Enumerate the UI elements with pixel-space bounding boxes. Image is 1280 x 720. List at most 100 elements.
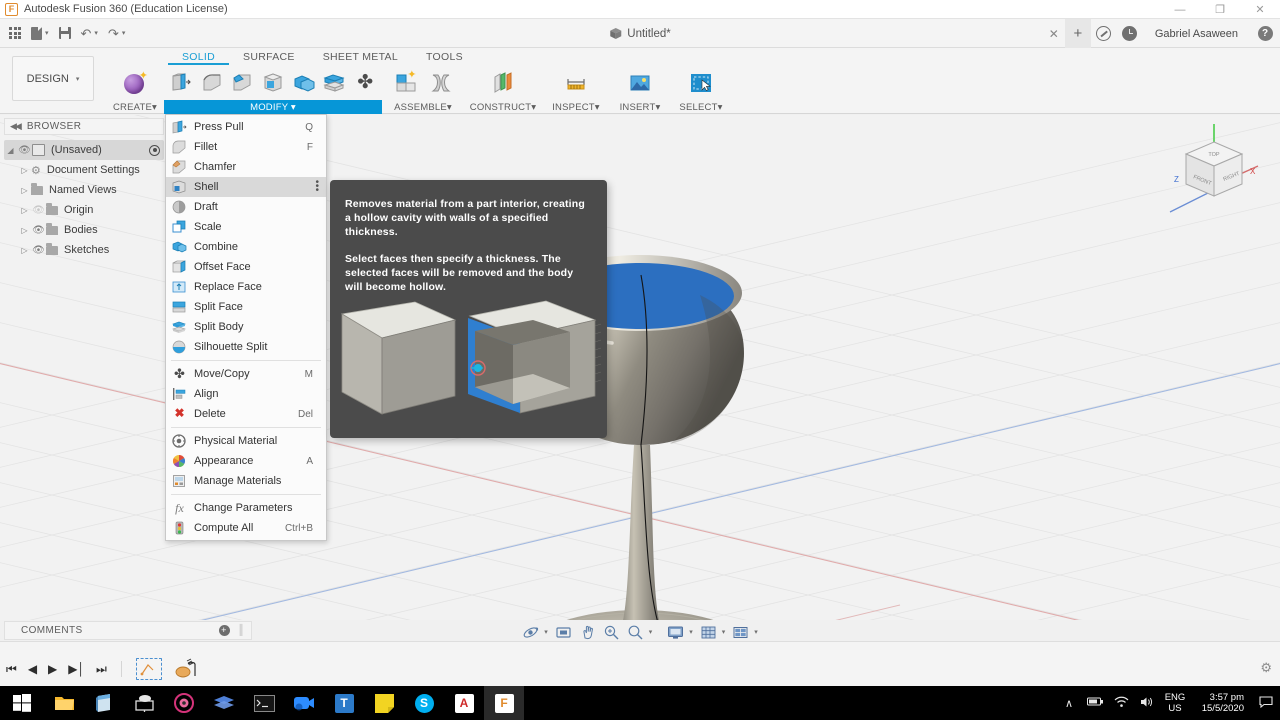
menu-item-draft[interactable]: Draft xyxy=(166,197,326,217)
grid-snaps-button[interactable]: ▾ xyxy=(698,622,728,642)
minimize-button[interactable]: — xyxy=(1160,0,1200,19)
visibility-eye-icon[interactable]: 👁 xyxy=(17,145,32,156)
tray-chevron-icon[interactable]: ∧ xyxy=(1056,697,1082,710)
undo-button[interactable]: ↶ ▾ xyxy=(76,19,103,48)
workspace-selector[interactable]: DESIGN ▾ xyxy=(12,56,94,101)
insert-image-button[interactable] xyxy=(623,66,657,100)
menu-item-physical-material[interactable]: Physical Material xyxy=(166,431,326,451)
expand-triangle-icon[interactable]: ▷ xyxy=(18,246,31,255)
menu-item-compute-all[interactable]: Compute All Ctrl+B xyxy=(166,518,326,538)
collapse-left-icon[interactable]: ◀◀ xyxy=(10,121,22,132)
menu-item-combine[interactable]: Combine xyxy=(166,237,326,257)
expand-triangle-icon[interactable]: ▷ xyxy=(18,226,31,235)
display-settings-button[interactable]: ▾ xyxy=(665,622,695,642)
file-menu-button[interactable]: ▾ xyxy=(26,19,54,48)
menu-item-delete[interactable]: ✖ Delete Del xyxy=(166,404,326,424)
menu-item-shell[interactable]: Shell • • • xyxy=(166,177,326,197)
notifications-icon[interactable] xyxy=(1252,695,1280,711)
expand-triangle-icon[interactable]: ▷ xyxy=(18,166,31,175)
battery-icon[interactable] xyxy=(1082,697,1108,710)
redo-button[interactable]: ↷ ▾ xyxy=(103,19,130,48)
tab-sheet-metal[interactable]: SHEET METAL xyxy=(309,48,412,65)
menu-item-replace-face[interactable]: Replace Face xyxy=(166,277,326,297)
menu-overflow-icon[interactable]: • • • xyxy=(315,178,319,196)
timeline-feature-revolve[interactable] xyxy=(173,658,199,680)
taskbar-media-player[interactable] xyxy=(164,686,204,720)
taskbar-autocad[interactable]: A xyxy=(444,686,484,720)
menu-item-press-pull[interactable]: Press Pull Q xyxy=(166,117,326,137)
expand-triangle-icon[interactable]: ◢ xyxy=(4,146,17,155)
panel-label-select[interactable]: SELECT▾ xyxy=(670,100,732,114)
menu-item-align[interactable]: Align xyxy=(166,384,326,404)
pan-button[interactable] xyxy=(577,622,598,642)
new-component-button[interactable]: ✦ xyxy=(389,66,423,100)
zoom-window-button[interactable]: ▾ xyxy=(625,622,655,642)
document-tab[interactable]: Untitled* xyxy=(599,19,680,48)
move-copy-button[interactable]: ✤ xyxy=(350,66,380,100)
taskbar-store[interactable] xyxy=(84,686,124,720)
account-menu-button[interactable]: Gabriel Asaween xyxy=(1143,19,1250,48)
fit-button[interactable] xyxy=(553,622,574,642)
history-button[interactable] xyxy=(1117,19,1143,48)
tree-item-unsaved[interactable]: ◢ 👁 (Unsaved) xyxy=(4,140,164,160)
timeline-play-button[interactable]: ▶ xyxy=(48,662,57,676)
menu-item-move-copy[interactable]: ✤ Move/Copy M xyxy=(166,364,326,384)
taskbar-remote-desktop[interactable] xyxy=(124,686,164,720)
view-cube[interactable]: TOP FRONT RIGHT Z X xyxy=(1166,120,1262,216)
menu-item-scale[interactable]: Scale xyxy=(166,217,326,237)
combine-button[interactable] xyxy=(289,66,319,100)
shell-button[interactable] xyxy=(258,66,288,100)
new-document-button[interactable]: + xyxy=(1064,19,1091,48)
menu-item-silhouette-split[interactable]: Silhouette Split xyxy=(166,337,326,357)
taskbar-layers-app[interactable] xyxy=(204,686,244,720)
comments-resize-handle[interactable]: ║ xyxy=(238,625,246,636)
menu-item-fillet[interactable]: Fillet F xyxy=(166,137,326,157)
timeline-go-start-button[interactable]: ⏮ xyxy=(6,662,17,677)
app-grid-button[interactable] xyxy=(4,19,26,48)
activate-radio-icon[interactable] xyxy=(149,144,160,156)
tree-item-document-settings[interactable]: ▷ ⚙ Document Settings xyxy=(4,160,164,180)
job-status-button[interactable] xyxy=(1091,19,1117,48)
taskbar-sticky-notes[interactable] xyxy=(364,686,404,720)
taskbar-file-explorer[interactable] xyxy=(44,686,84,720)
tree-item-origin[interactable]: ▷ 👁 Origin xyxy=(4,200,164,220)
menu-item-chamfer[interactable]: Chamfer xyxy=(166,157,326,177)
input-language[interactable]: ENG US xyxy=(1160,692,1190,714)
fillet-button[interactable] xyxy=(197,66,227,100)
panel-label-create[interactable]: CREATE▾ xyxy=(106,100,164,114)
expand-triangle-icon[interactable]: ▷ xyxy=(18,186,31,195)
visibility-eye-icon[interactable]: 👁 xyxy=(31,205,46,216)
panel-label-inspect[interactable]: INSPECT▾ xyxy=(542,100,610,114)
panel-label-modify[interactable]: MODIFY ▾ xyxy=(164,100,382,114)
zoom-button[interactable] xyxy=(601,622,622,642)
taskbar-zoom-app[interactable] xyxy=(284,686,324,720)
visibility-eye-icon[interactable]: 👁 xyxy=(31,225,46,236)
press-pull-button[interactable] xyxy=(166,66,196,100)
timeline-step-back-button[interactable]: ◀ xyxy=(28,662,37,676)
menu-item-split-face[interactable]: Split Face xyxy=(166,297,326,317)
taskbar-terminal[interactable] xyxy=(244,686,284,720)
chamfer-button[interactable] xyxy=(227,66,257,100)
select-button[interactable] xyxy=(684,66,718,100)
taskbar-teams[interactable]: T xyxy=(324,686,364,720)
visibility-eye-icon[interactable]: 👁 xyxy=(31,245,46,256)
tree-item-sketches[interactable]: ▷ 👁 Sketches xyxy=(4,240,164,260)
volume-icon[interactable] xyxy=(1134,696,1160,711)
panel-label-insert[interactable]: INSERT▾ xyxy=(610,100,670,114)
menu-item-change-parameters[interactable]: fx Change Parameters xyxy=(166,498,326,518)
menu-item-manage-materials[interactable]: Manage Materials xyxy=(166,471,326,491)
menu-item-split-body[interactable]: Split Body xyxy=(166,317,326,337)
tab-surface[interactable]: SURFACE xyxy=(229,48,309,65)
tree-item-bodies[interactable]: ▷ 👁 Bodies xyxy=(4,220,164,240)
split-body-button[interactable] xyxy=(320,66,350,100)
comments-bar[interactable]: COMMENTS + ║ xyxy=(4,621,252,640)
timeline-settings-icon[interactable]: ⚙ xyxy=(1260,660,1272,676)
tab-tools[interactable]: TOOLS xyxy=(412,48,477,65)
menu-item-appearance[interactable]: Appearance A xyxy=(166,451,326,471)
clock[interactable]: 3:57 pm 15/5/2020 xyxy=(1190,692,1252,714)
wifi-icon[interactable] xyxy=(1108,696,1134,711)
construct-plane-button[interactable] xyxy=(486,66,520,100)
timeline-feature-sketch[interactable] xyxy=(135,658,162,680)
tree-item-named-views[interactable]: ▷ Named Views xyxy=(4,180,164,200)
expand-triangle-icon[interactable]: ▷ xyxy=(18,206,31,215)
